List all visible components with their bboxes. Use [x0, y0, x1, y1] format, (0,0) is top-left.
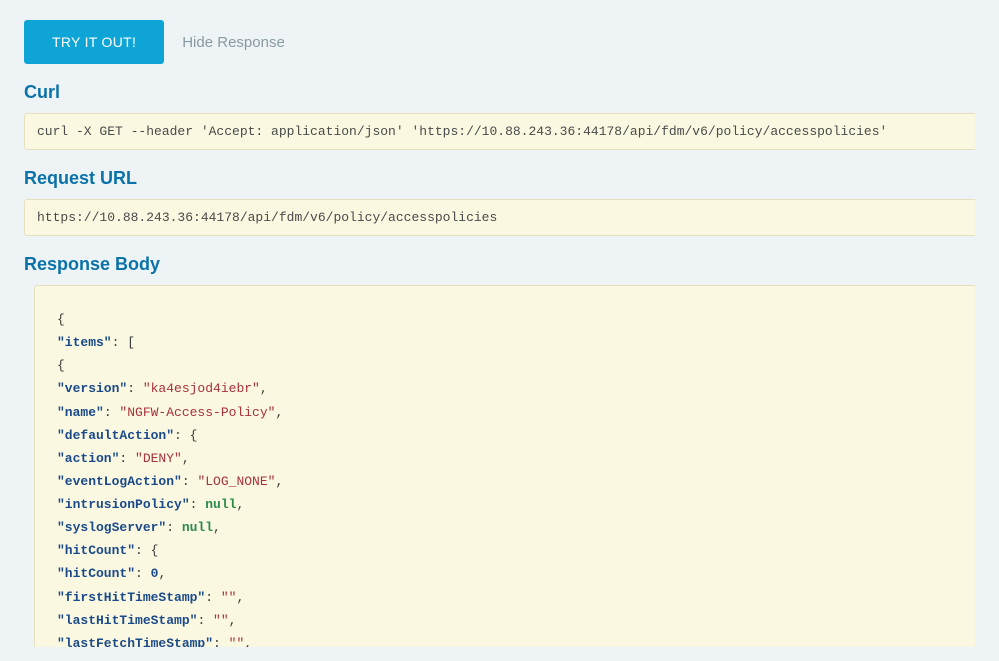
try-it-out-button[interactable]: TRY IT OUT! [24, 20, 164, 64]
json-line: "intrusionPolicy": null, [57, 493, 953, 516]
json-line: "name": "NGFW-Access-Policy", [57, 401, 953, 424]
json-line: "hitCount": 0, [57, 562, 953, 585]
json-line: { [57, 308, 953, 331]
json-line: "hitCount": { [57, 539, 953, 562]
json-line: "defaultAction": { [57, 424, 953, 447]
json-line: "action": "DENY", [57, 447, 953, 470]
json-line: { [57, 354, 953, 377]
hide-response-link[interactable]: Hide Response [182, 34, 285, 51]
json-line: "version": "ka4esjod4iebr", [57, 377, 953, 400]
request-url-code-box: https://10.88.243.36:44178/api/fdm/v6/po… [24, 199, 975, 236]
json-line: "lastFetchTimeStamp": "", [57, 632, 953, 647]
response-body-code-box: { "items": [ { "version": "ka4esjod4iebr… [34, 285, 975, 647]
request-url-section-header: Request URL [24, 168, 975, 189]
json-line: "eventLogAction": "LOG_NONE", [57, 470, 953, 493]
json-line: "firstHitTimeStamp": "", [57, 586, 953, 609]
json-line: "syslogServer": null, [57, 516, 953, 539]
curl-code-box: curl -X GET --header 'Accept: applicatio… [24, 113, 975, 150]
json-line: "items": [ [57, 331, 953, 354]
action-row: TRY IT OUT! Hide Response [24, 20, 975, 64]
json-line: "lastHitTimeStamp": "", [57, 609, 953, 632]
response-body-section-header: Response Body [24, 254, 975, 275]
curl-section-header: Curl [24, 82, 975, 103]
